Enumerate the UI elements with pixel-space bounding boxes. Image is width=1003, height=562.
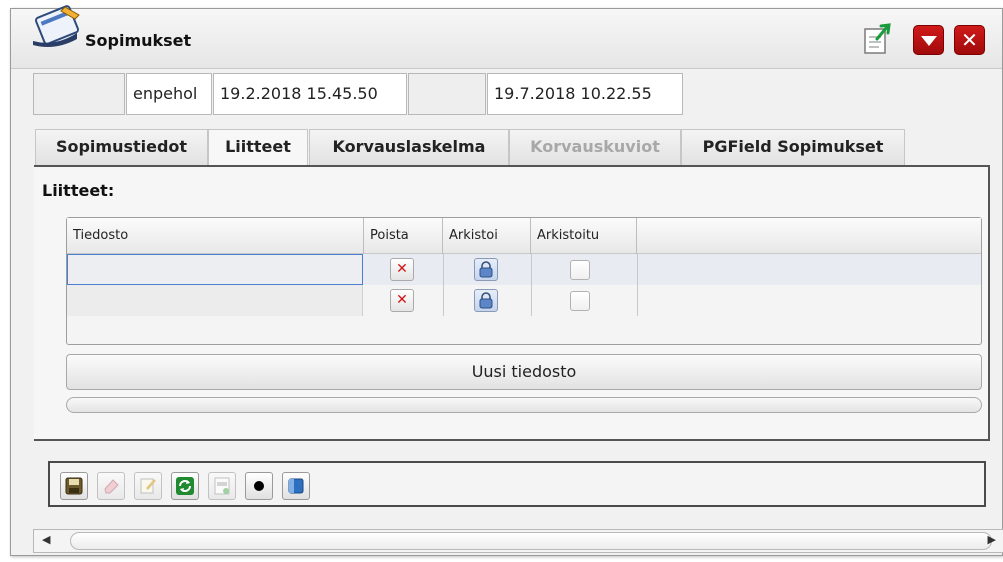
- attachments-table: Tiedosto Poista Arkistoi Arkistoitu ✕ ✕: [66, 217, 982, 345]
- chevron-down-icon: [920, 36, 937, 46]
- contracts-app-icon: [33, 5, 80, 47]
- export-document-icon[interactable]: [859, 21, 895, 57]
- record-icon: [254, 481, 264, 491]
- save-icon: [65, 477, 83, 495]
- table-row[interactable]: ✕: [67, 254, 981, 285]
- title-bar: Sopimukset ✕: [11, 5, 1002, 69]
- header-modified-timestamp: 19.7.2018 10.22.55: [487, 73, 683, 115]
- new-file-button[interactable]: Uusi tiedosto: [66, 354, 982, 390]
- header-user: enpehol: [126, 73, 212, 115]
- header-blank-field-1: [33, 73, 125, 115]
- delete-button[interactable]: ✕: [390, 258, 414, 281]
- file-name-cell[interactable]: [67, 254, 363, 285]
- header-blank-field-2: [408, 73, 486, 115]
- scrollbar-thumb[interactable]: [70, 532, 992, 550]
- scroll-left-icon[interactable]: ◀: [42, 533, 50, 546]
- record-button[interactable]: [245, 472, 273, 500]
- delete-x-icon: ✕: [396, 261, 408, 277]
- archived-checkbox[interactable]: [570, 291, 590, 311]
- horizontal-scrollbar[interactable]: ◀ ▶: [33, 529, 1003, 553]
- table-header: Tiedosto Poista Arkistoi Arkistoitu: [67, 218, 981, 254]
- section-title: Liitteet:: [42, 181, 115, 200]
- close-icon: ✕: [961, 28, 978, 52]
- close-button[interactable]: ✕: [954, 25, 985, 55]
- column-divider: [531, 254, 532, 316]
- file-name-cell[interactable]: [67, 285, 363, 316]
- edit-document-icon: [140, 478, 156, 494]
- xml-export-icon: [214, 477, 230, 495]
- tab-sopimustiedot[interactable]: Sopimustiedot: [35, 129, 208, 165]
- contracts-window: Sopimukset ✕ enpehol 19.2.2018 15.45.50 …: [10, 5, 1003, 556]
- eraser-icon: [104, 479, 119, 494]
- delete-x-icon: ✕: [396, 292, 408, 308]
- upload-progress-bar: [66, 397, 982, 413]
- archived-checkbox[interactable]: [570, 260, 590, 280]
- column-divider: [443, 254, 444, 316]
- archive-button[interactable]: [474, 258, 498, 281]
- archive-icon: [479, 261, 493, 278]
- table-row[interactable]: ✕: [67, 285, 981, 316]
- scroll-right-icon[interactable]: ▶: [988, 533, 996, 546]
- tab-pgfield-sopimukset[interactable]: PGField Sopimukset: [681, 129, 905, 165]
- delete-button[interactable]: ✕: [390, 289, 414, 312]
- column-divider: [637, 254, 638, 316]
- archive-icon: [479, 292, 493, 309]
- archive-button[interactable]: [474, 289, 498, 312]
- bottom-toolbar: [48, 461, 986, 507]
- tab-korvauslaskelma[interactable]: Korvauslaskelma: [309, 129, 509, 165]
- save-button[interactable]: [60, 472, 88, 500]
- refresh-button[interactable]: [171, 472, 199, 500]
- window-title: Sopimukset: [85, 31, 192, 50]
- column-header-delete[interactable]: Poista: [364, 218, 443, 254]
- edit-document-button: [134, 472, 162, 500]
- column-header-file[interactable]: Tiedosto: [67, 218, 364, 254]
- header-created-timestamp: 19.2.2018 15.45.50: [213, 73, 407, 115]
- info-icon: [288, 478, 304, 494]
- tab-liitteet[interactable]: Liitteet: [208, 129, 308, 167]
- column-header-archive[interactable]: Arkistoi: [443, 218, 531, 254]
- xml-export-button: [208, 472, 236, 500]
- column-header-archived[interactable]: Arkistoitu: [531, 218, 637, 254]
- refresh-icon: [176, 477, 194, 495]
- tab-korvauskuviot: Korvauskuviot: [509, 129, 681, 165]
- eraser-button: [97, 472, 125, 500]
- minimize-button[interactable]: [913, 25, 944, 55]
- info-button[interactable]: [282, 472, 310, 500]
